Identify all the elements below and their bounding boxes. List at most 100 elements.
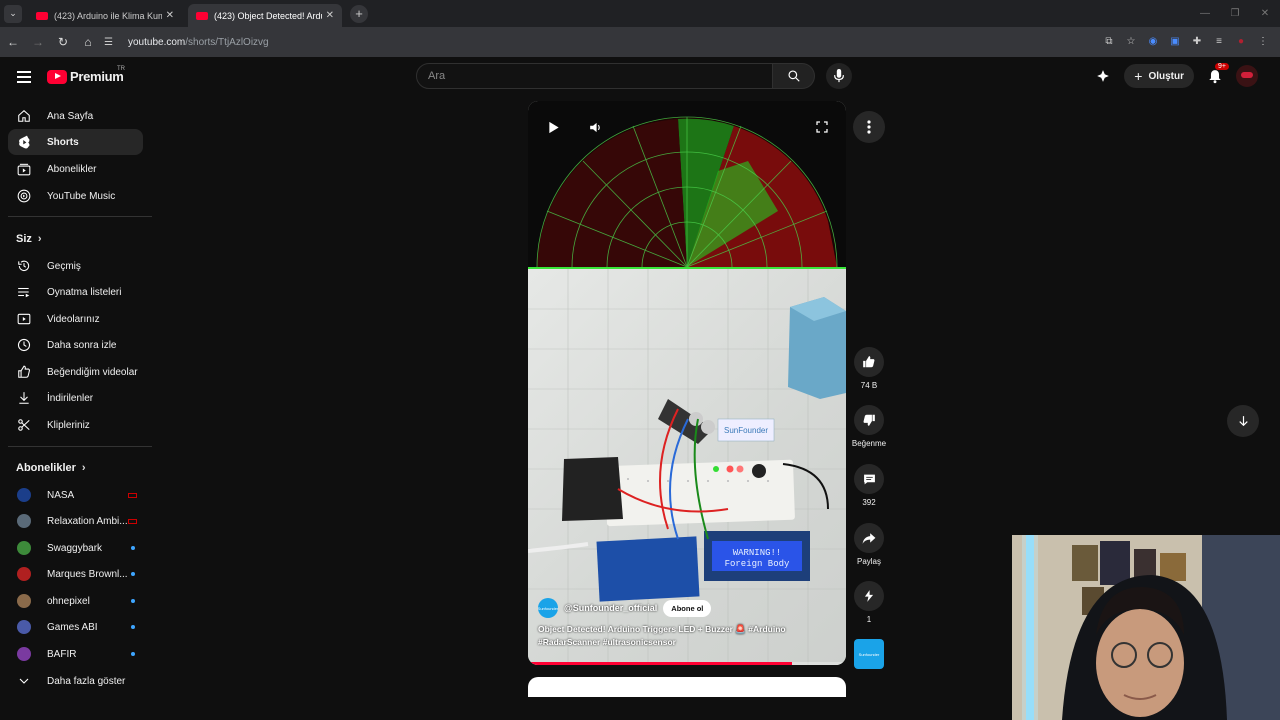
more-options-button[interactable]: [853, 111, 885, 143]
browser-tab-active[interactable]: (423) Object Detected! Arduino ✕: [188, 4, 342, 27]
subscription-item[interactable]: NASA: [8, 482, 143, 508]
channel-avatar[interactable]: Sunfounder: [538, 598, 558, 618]
fullscreen-button[interactable]: [806, 111, 838, 143]
extension-translate-icon[interactable]: ▣: [1166, 32, 1184, 50]
install-app-icon[interactable]: ⧉: [1100, 32, 1118, 50]
sidebar-item-downloads[interactable]: İndirilenler: [8, 385, 143, 411]
sidebar-item-subscriptions[interactable]: Abonelikler: [8, 156, 143, 182]
create-short-icon[interactable]: [1092, 65, 1114, 87]
bookmark-star-icon[interactable]: ☆: [1122, 32, 1140, 50]
window-controls: — ❐ ✕: [1190, 0, 1280, 27]
comments-button[interactable]: [854, 464, 884, 494]
maximize-icon[interactable]: ❐: [1220, 0, 1250, 27]
tab-close-icon[interactable]: ✕: [166, 10, 174, 21]
sidebar-item-liked-videos[interactable]: Beğendiğim videolar: [8, 359, 143, 385]
browser-tab-strip: ⌄ (423) Arduino ile Klima Kumanda ✕ (423…: [0, 0, 1280, 27]
region-code: TR: [117, 66, 125, 72]
fullscreen-icon: [816, 121, 828, 133]
next-short-preview[interactable]: [528, 677, 846, 697]
account-avatar[interactable]: [1236, 65, 1258, 87]
short-video-player[interactable]: WARNING!! Foreign Body SunFounder Sunfou…: [528, 101, 846, 665]
back-icon[interactable]: ←: [1, 30, 25, 54]
sidebar-item-your-videos[interactable]: Videolarınız: [8, 306, 143, 332]
remix-button[interactable]: [854, 581, 884, 611]
sound-action: Sunfounder: [849, 639, 889, 669]
sidebar-item-clips[interactable]: Klipleriniz: [8, 412, 143, 438]
show-more-button[interactable]: Daha fazla göster: [8, 668, 143, 694]
browser-tab[interactable]: (423) Arduino ile Klima Kumanda ✕: [28, 4, 182, 27]
close-window-icon[interactable]: ✕: [1250, 0, 1280, 27]
new-content-dot: [131, 546, 135, 550]
youtube-logo[interactable]: Premium TR: [47, 66, 125, 84]
like-button[interactable]: [854, 347, 884, 377]
browser-menu-icon[interactable]: ⋮: [1254, 32, 1272, 50]
bell-icon: [1209, 69, 1221, 83]
sidebar-item-label: İndirilenler: [47, 392, 94, 404]
sound-thumbnail[interactable]: Sunfounder: [854, 639, 884, 669]
download-icon: [16, 390, 32, 406]
subscription-item[interactable]: ohnepixel: [8, 588, 143, 614]
reading-list-icon[interactable]: ≡: [1210, 32, 1228, 50]
url-field[interactable]: ☰ youtube.com/shorts/TtjAzlOizvg: [104, 30, 1064, 54]
microphone-icon: [834, 69, 844, 83]
sidebar-item-shorts[interactable]: Shorts: [8, 129, 143, 155]
progress-fill: [528, 662, 792, 665]
webcam-feed-image: [1012, 535, 1280, 720]
your-videos-icon: [16, 311, 32, 327]
new-content-dot: [131, 625, 135, 629]
home-icon: [16, 108, 32, 124]
extensions-puzzle-icon[interactable]: ✚: [1188, 32, 1206, 50]
channel-name[interactable]: @Sunfounder_official: [564, 603, 657, 613]
you-section-heading[interactable]: Siz ›: [16, 233, 42, 245]
subscription-item[interactable]: Games ABİ: [8, 614, 143, 640]
share-action: Paylaş: [849, 523, 889, 566]
hamburger-menu-icon[interactable]: [17, 71, 31, 87]
subscription-item[interactable]: Marques Brownl...: [8, 561, 143, 587]
dislike-button[interactable]: [854, 405, 884, 435]
subscribe-button[interactable]: Abone ol: [663, 599, 712, 617]
sidebar-item-watch-later[interactable]: Daha sonra izle: [8, 332, 143, 358]
remix-action: 1: [849, 581, 889, 624]
channel-row: Sunfounder @Sunfounder_official Abone ol: [538, 598, 712, 618]
sidebar-item-home[interactable]: Ana Sayfa: [8, 103, 143, 129]
create-label: Oluştur: [1148, 70, 1184, 82]
progress-bar[interactable]: [528, 662, 846, 665]
tab-search-button[interactable]: ⌄: [4, 4, 22, 23]
new-tab-button[interactable]: +: [350, 4, 368, 23]
home-browser-icon[interactable]: ⌂: [76, 30, 100, 54]
sidebar-item-playlists[interactable]: Oynatma listeleri: [8, 279, 143, 305]
channel-name: ohnepixel: [47, 595, 90, 607]
short-title[interactable]: Object Detected! Arduino Triggers LED + …: [538, 623, 834, 649]
extension-audio-icon[interactable]: ◉: [1144, 32, 1162, 50]
section-title: Siz: [16, 233, 32, 245]
play-button[interactable]: [538, 111, 570, 143]
voice-search-button[interactable]: [826, 63, 852, 89]
create-button[interactable]: + Oluştur: [1124, 64, 1194, 88]
lcd-line-2: Foreign Body: [725, 559, 790, 569]
volume-button[interactable]: [580, 111, 612, 143]
notifications-button[interactable]: 9+: [1204, 63, 1229, 87]
reload-icon[interactable]: ↻: [51, 30, 75, 54]
sidebar-item-history[interactable]: Geçmiş: [8, 253, 143, 279]
youtube-favicon-icon: [196, 11, 208, 20]
subscriptions-section-heading[interactable]: Abonelikler ›: [16, 462, 86, 474]
profile-icon[interactable]: ●: [1232, 32, 1250, 50]
extensions-toolbar: ⧉ ☆ ◉ ▣ ✚ ≡ ● ⋮: [1100, 32, 1272, 50]
forward-icon[interactable]: →: [26, 30, 50, 54]
title-line: Object Detected! Arduino Triggers LED + …: [538, 624, 786, 634]
search-button[interactable]: [773, 63, 815, 89]
sidebar-item-label: Oynatma listeleri: [47, 286, 122, 298]
search-input[interactable]: Ara: [416, 63, 773, 89]
subscription-item[interactable]: BAFIR: [8, 641, 143, 667]
subscription-item[interactable]: Relaxation Ambi...: [8, 508, 143, 534]
youtube-play-logo-icon: [47, 69, 67, 84]
url-host: youtube.com: [128, 36, 186, 48]
next-short-button[interactable]: [1227, 405, 1259, 437]
site-info-icon[interactable]: ☰: [104, 37, 120, 48]
subscription-item[interactable]: Swaggybark: [8, 535, 143, 561]
share-button[interactable]: [854, 523, 884, 553]
sound-thumbnail-text: Sunfounder: [858, 651, 880, 657]
sidebar-item-youtube-music[interactable]: YouTube Music: [8, 183, 143, 209]
minimize-icon[interactable]: —: [1190, 0, 1220, 27]
tab-close-icon[interactable]: ✕: [326, 10, 334, 21]
